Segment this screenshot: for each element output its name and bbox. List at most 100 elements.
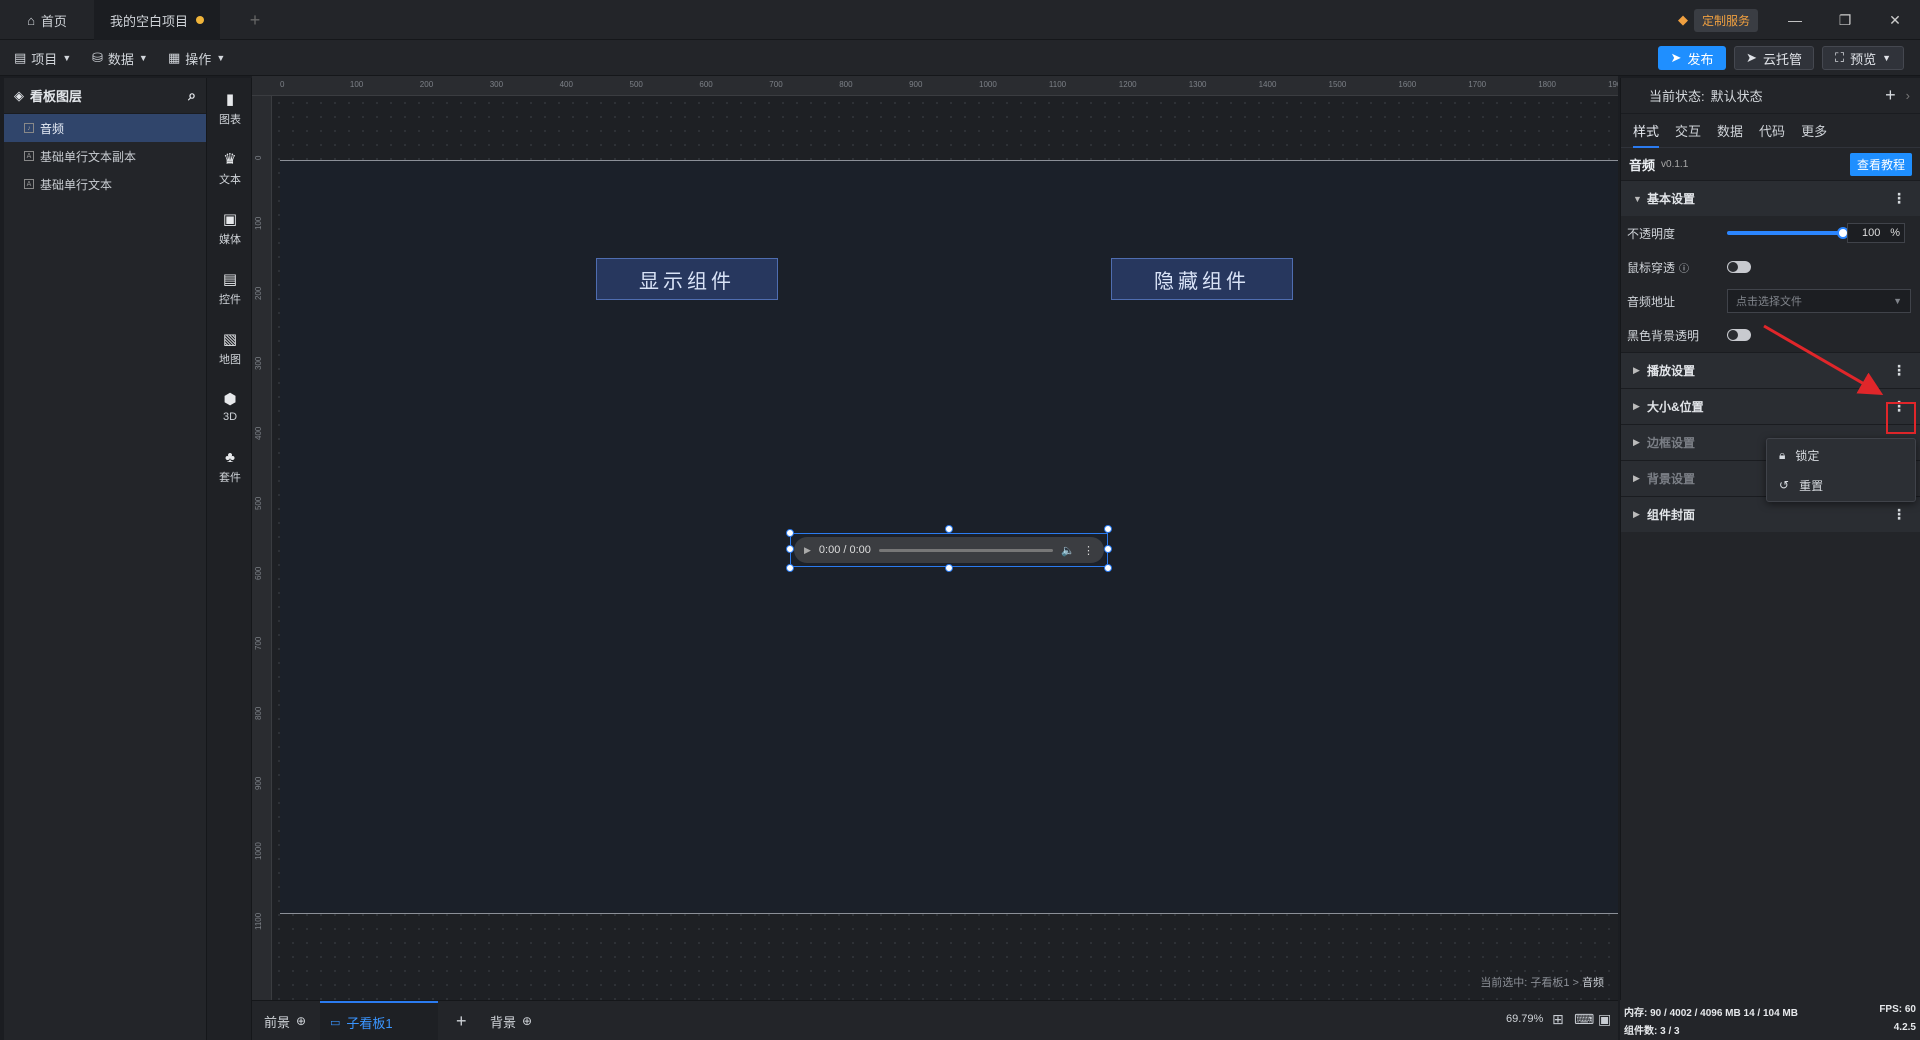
terminal-icon[interactable]: ▣ — [1598, 1011, 1611, 1028]
menu-item-lock[interactable]: 🔒︎ 锁定 — [1767, 441, 1915, 469]
comp-kit[interactable]: ♣ 套件 — [207, 442, 253, 492]
menu-item-reset[interactable]: ↺ 重置 — [1767, 471, 1915, 499]
section-context-menu: 🔒︎ 锁定 ↺ 重置 — [1766, 438, 1916, 502]
kit-icon: ♣ — [225, 448, 235, 466]
search-icon[interactable]: ⌕ — [188, 87, 196, 104]
more-vertical-icon[interactable]: ⋮ — [1892, 190, 1906, 207]
custom-service-button[interactable]: ◆ 定制服务 — [1678, 8, 1759, 32]
view-tutorial-button[interactable]: 查看教程 — [1849, 152, 1912, 176]
resize-handle[interactable] — [1104, 564, 1112, 572]
audio-progress-bar[interactable] — [878, 548, 1054, 552]
chart-icon: ▮ — [225, 90, 235, 108]
mouse-through-toggle[interactable] — [1727, 261, 1751, 273]
opacity-slider[interactable] — [1727, 231, 1843, 235]
hide-component-button[interactable]: 隐藏组件 — [1111, 258, 1293, 300]
show-component-button[interactable]: 显示组件 — [596, 258, 778, 300]
restore-button[interactable]: ❐ — [1820, 0, 1870, 40]
comp-text[interactable]: ♛ 文本 — [207, 144, 253, 194]
resize-handle[interactable] — [945, 564, 953, 572]
annotation-arrow — [1763, 324, 1884, 396]
ruler-tick-label: 1700 — [1468, 80, 1487, 89]
annotation-highlight-box — [1886, 402, 1916, 434]
tab-background[interactable]: 背景 ⊕ — [490, 1001, 532, 1040]
tab-foreground[interactable]: 前景 ⊕ — [264, 1001, 306, 1040]
comp-control[interactable]: ▤ 控件 — [207, 264, 253, 314]
layer-item-text-copy[interactable]: A 基础单行文本副本 — [4, 142, 206, 170]
add-state-icon[interactable]: + — [1885, 85, 1896, 106]
layer-item-text[interactable]: A 基础单行文本 — [4, 170, 206, 198]
unsaved-dot-icon — [196, 16, 204, 24]
comp-label: 图表 — [219, 113, 241, 126]
layer-label: 音频 — [40, 121, 65, 136]
help-icon[interactable]: ⓘ — [1679, 260, 1689, 275]
ruler-tick-label: 300 — [489, 80, 504, 89]
ruler-tick-label: 100 — [349, 80, 364, 89]
chevron-down-icon: ▼ — [1893, 296, 1902, 306]
comp-chart[interactable]: ▮ 图表 — [207, 84, 253, 134]
ruler-tick-label: 700 — [769, 80, 783, 89]
tab-code[interactable]: 代码 — [1759, 121, 1785, 140]
cloud-hosting-button[interactable]: ➤ 云托管 — [1734, 46, 1814, 70]
tab-project[interactable]: 我的空白项目 — [94, 0, 220, 40]
zoom-level[interactable]: 69.79% — [1506, 1013, 1543, 1025]
minimize-button[interactable]: — — [1770, 0, 1820, 40]
resize-handle[interactable] — [786, 564, 794, 572]
audio-controls: ▶ 0:00 / 0:00 🔈 ⋮ — [794, 537, 1104, 563]
more-vertical-icon[interactable]: ⋮ — [1083, 544, 1094, 557]
menu-project[interactable]: ▤ 项目 ▼ — [14, 40, 71, 76]
section-basic[interactable]: ▼ 基本设置 ⋮ — [1621, 180, 1920, 216]
add-circle-icon[interactable]: ⊕ — [522, 1014, 532, 1028]
audio-layer-icon: ♪ — [24, 123, 34, 133]
component-count: 组件数: 3 / 3 — [1624, 1026, 1680, 1037]
menu-operate[interactable]: ▦ 操作 ▼ — [168, 40, 225, 76]
layer-item-audio[interactable]: ♪ 音频 — [4, 114, 206, 142]
resize-handle[interactable] — [786, 529, 794, 537]
chevron-down-icon: ▼ — [138, 53, 148, 63]
chevron-right-icon[interactable]: › — [1906, 88, 1910, 103]
section-title: 背景设置 — [1647, 472, 1696, 486]
ruler-tick-label: 1800 — [1538, 80, 1556, 89]
tab-sub-board[interactable]: ▭ 子看板1 — [320, 1001, 438, 1040]
add-circle-icon[interactable]: ⊕ — [296, 1014, 306, 1028]
play-icon[interactable]: ▶ — [804, 545, 811, 556]
menu-data[interactable]: ⛁ 数据 ▼ — [92, 40, 148, 76]
media-icon: ▣ — [222, 210, 238, 228]
tab-home[interactable]: ⌂ 首页 — [0, 0, 94, 40]
fit-screen-icon[interactable]: ⊞ — [1552, 1011, 1564, 1028]
caret-right-icon: ▶ — [1633, 365, 1640, 375]
state-value[interactable]: 默认状态 — [1711, 86, 1763, 105]
preview-button[interactable]: ⛶ 预览 ▼ — [1822, 46, 1904, 70]
audio-player[interactable]: ▶ 0:00 / 0:00 🔈 ⋮ — [790, 533, 1108, 567]
tab-data[interactable]: 数据 — [1717, 121, 1743, 140]
comp-media[interactable]: ▣ 媒体 — [207, 204, 253, 254]
caret-right-icon: ▶ — [1633, 509, 1640, 519]
keyboard-icon[interactable]: ⌨ — [1574, 1011, 1594, 1028]
property-panel: 当前状态: 默认状态 + › 样式 交互 数据 代码 更多 音频 v0.1.1 … — [1620, 78, 1920, 1000]
close-button[interactable]: ✕ — [1870, 0, 1920, 40]
resize-handle[interactable] — [786, 545, 794, 553]
tab-style[interactable]: 样式 — [1633, 121, 1660, 148]
custom-service-label: 定制服务 — [1694, 8, 1759, 32]
more-vertical-icon[interactable]: ⋮ — [1892, 506, 1906, 523]
audio-file-select[interactable]: 点击选择文件 ▼ — [1727, 289, 1911, 313]
resize-handle[interactable] — [1104, 525, 1112, 533]
publish-button[interactable]: ➤ 发布 — [1658, 46, 1726, 70]
layer-label: 基础单行文本副本 — [40, 149, 137, 164]
ruler-tick-label: 900 — [909, 80, 923, 89]
volume-icon[interactable]: 🔈 — [1061, 544, 1075, 557]
comp-map[interactable]: ▧ 地图 — [207, 324, 253, 374]
tab-more[interactable]: 更多 — [1801, 121, 1827, 140]
prop-label: 不透明度 — [1627, 226, 1676, 241]
cube-icon: ⬢ — [223, 390, 237, 408]
add-board-button[interactable]: + — [456, 1001, 467, 1040]
black-bg-toggle[interactable] — [1727, 329, 1751, 341]
resize-handle[interactable] — [945, 525, 953, 533]
menu-data-label: 数据 — [107, 51, 134, 67]
section-title: 大小&位置 — [1647, 400, 1704, 414]
background-label: 背景 — [490, 1014, 517, 1030]
resize-handle[interactable] — [1104, 545, 1112, 553]
add-tab-button[interactable]: + — [240, 0, 270, 40]
tab-interaction[interactable]: 交互 — [1675, 121, 1701, 140]
comp-3d[interactable]: ⬢ 3D — [207, 382, 253, 432]
opacity-input[interactable]: 100 % — [1847, 223, 1905, 243]
